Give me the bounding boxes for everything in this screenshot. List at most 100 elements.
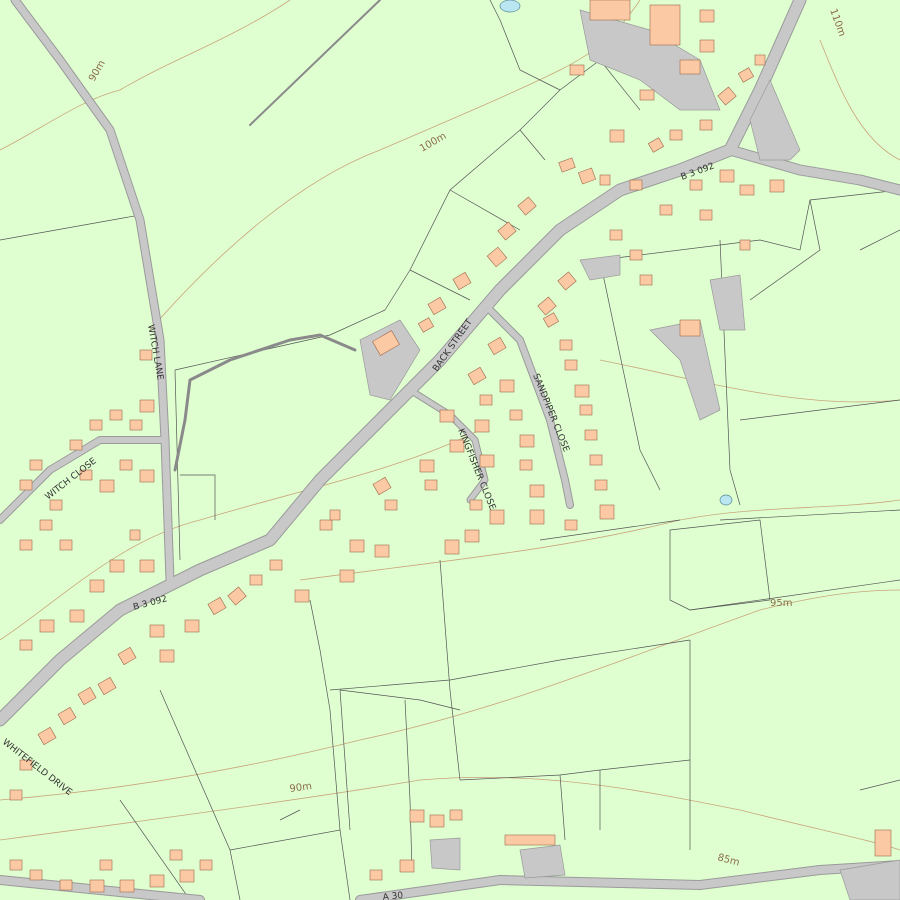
- map-canvas[interactable]: WITCH LANE WITCH CLOSE BACK STREET SANDP…: [0, 0, 900, 900]
- building: [509, 409, 523, 421]
- building: [227, 586, 247, 606]
- building: [559, 339, 573, 351]
- building: [584, 429, 598, 441]
- building: [629, 179, 643, 191]
- building: [424, 479, 438, 491]
- building: [589, 0, 631, 21]
- building: [469, 499, 483, 511]
- label-sandpiper-close: SANDPIPER CLOSE: [530, 372, 571, 453]
- building: [399, 859, 415, 873]
- contour-label-90m-top: 90m: [87, 59, 108, 84]
- building: [769, 179, 785, 193]
- building: [439, 409, 455, 423]
- building: [199, 859, 213, 871]
- building: [564, 359, 578, 371]
- building: [639, 89, 655, 101]
- building: [486, 246, 508, 268]
- building: [39, 619, 55, 633]
- building: [517, 196, 537, 216]
- building: [659, 204, 673, 216]
- building: [609, 229, 623, 241]
- building: [29, 459, 43, 471]
- building: [558, 157, 576, 173]
- building: [339, 569, 355, 583]
- building: [874, 829, 892, 857]
- building: [319, 519, 333, 531]
- building: [129, 529, 141, 541]
- label-back-street: BACK STREET: [431, 317, 475, 374]
- map-svg[interactable]: WITCH LANE WITCH CLOSE BACK STREET SANDP…: [0, 0, 900, 900]
- building: [599, 504, 615, 520]
- building: [89, 879, 105, 893]
- building: [384, 499, 398, 511]
- label-whitefield-drive: WHITEFIELD DRIVE: [0, 737, 74, 798]
- building: [739, 239, 751, 251]
- building: [699, 119, 713, 131]
- building: [69, 439, 83, 451]
- building: [169, 849, 183, 861]
- building: [699, 209, 713, 221]
- building: [519, 459, 533, 471]
- building: [529, 509, 545, 525]
- building: [179, 869, 195, 883]
- building: [89, 579, 105, 593]
- building: [479, 394, 493, 406]
- building: [499, 379, 515, 393]
- building: [129, 419, 143, 431]
- building: [372, 476, 392, 496]
- building: [9, 859, 23, 871]
- building: [699, 9, 715, 23]
- building: [119, 459, 133, 471]
- building: [97, 676, 117, 696]
- label-a30: A 30: [382, 891, 404, 900]
- building: [639, 274, 653, 286]
- building: [419, 459, 435, 473]
- building: [594, 479, 608, 491]
- building: [479, 454, 495, 468]
- building: [99, 859, 113, 871]
- building: [529, 484, 545, 498]
- building: [59, 879, 73, 891]
- building: [19, 539, 33, 551]
- contour-label-95m: 95m: [770, 598, 792, 609]
- building: [417, 317, 435, 333]
- building: [59, 539, 73, 551]
- building: [649, 4, 681, 46]
- building: [519, 434, 535, 448]
- building: [329, 509, 341, 521]
- building: [99, 479, 115, 493]
- building: [474, 419, 490, 433]
- building: [489, 509, 505, 525]
- building: [537, 296, 557, 316]
- building: [699, 39, 715, 53]
- building: [109, 559, 125, 573]
- contour-label-100m: 100m: [418, 131, 448, 155]
- building: [599, 174, 611, 186]
- building: [9, 789, 23, 801]
- contour-label-85m: 85m: [716, 852, 741, 868]
- building: [504, 834, 556, 846]
- contour-label-90m-bottom: 90m: [289, 781, 313, 795]
- building: [139, 469, 155, 483]
- building: [452, 271, 472, 291]
- building: [149, 624, 165, 638]
- building: [737, 67, 755, 83]
- building: [269, 559, 283, 571]
- building: [207, 596, 227, 616]
- building: [579, 404, 593, 416]
- building: [647, 137, 665, 153]
- building: [427, 296, 447, 316]
- building: [49, 499, 63, 511]
- building: [449, 809, 463, 821]
- building: [564, 519, 578, 531]
- building: [294, 589, 310, 603]
- building: [37, 726, 57, 746]
- building: [374, 544, 390, 558]
- building: [669, 129, 683, 141]
- building: [444, 539, 460, 555]
- building: [39, 519, 53, 531]
- building: [77, 686, 97, 706]
- building: [464, 529, 480, 543]
- building: [679, 59, 701, 75]
- building: [119, 879, 135, 893]
